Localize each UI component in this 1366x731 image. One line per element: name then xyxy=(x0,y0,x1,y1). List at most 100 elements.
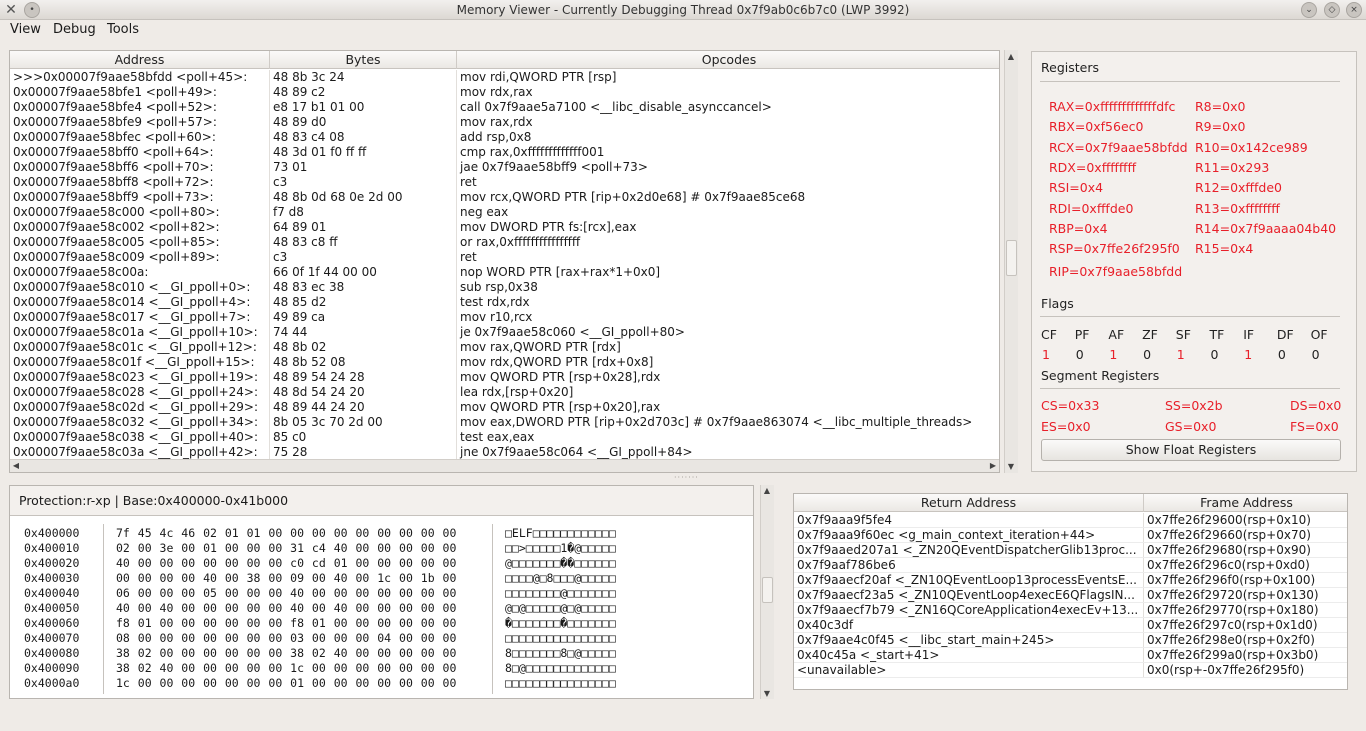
hex-bytes[interactable]: 06 00 00 00 05 00 00 00 40 00 00 00 00 0… xyxy=(116,586,456,601)
hex-row[interactable]: 0x400010 02 00 3e 00 01 00 00 00 31 c4 40… xyxy=(10,541,753,556)
register-value[interactable]: R14=0x7f9aaaa04b40 xyxy=(1195,221,1336,236)
hex-ascii[interactable]: @□□□□□□□��□□□□□□ xyxy=(505,556,616,571)
hex-bytes[interactable]: 40 00 00 00 00 00 00 00 c0 cd 01 00 00 0… xyxy=(116,556,456,571)
table-row[interactable]: 0x00007f9aae58c009 <poll+89>: c3 ret xyxy=(10,250,999,265)
table-row[interactable]: 0x7f9aaa9f60ec <g_main_context_iteration… xyxy=(794,528,1347,543)
table-row[interactable]: 0x7f9aaed207a1 <_ZN20QEventDispatcherGli… xyxy=(794,543,1347,558)
table-row[interactable]: 0x00007f9aae58c005 <poll+85>: 48 83 c8 ff… xyxy=(10,235,999,250)
segment-register-value[interactable]: ES=0x0 xyxy=(1041,419,1091,434)
register-value[interactable]: R11=0x293 xyxy=(1195,160,1269,175)
register-value[interactable]: RCX=0x7f9aae58bfdd xyxy=(1049,140,1188,155)
hex-row[interactable]: 0x400080 38 02 00 00 00 00 00 00 38 02 40… xyxy=(10,646,753,661)
table-row[interactable]: 0x00007f9aae58c000 <poll+80>: f7 d8 neg ea… xyxy=(10,205,999,220)
hex-ascii[interactable]: □□>□□□□□1�@□□□□□ xyxy=(505,541,616,556)
flag-value[interactable]: 1 xyxy=(1042,347,1050,362)
register-value[interactable]: RDI=0xfffde0 xyxy=(1049,201,1133,216)
column-frame-address[interactable]: Frame Address xyxy=(1144,494,1347,512)
flag-value[interactable]: 0 xyxy=(1312,347,1320,362)
table-row[interactable]: 0x7f9aaf786be6 0x7ffe26f296c0(rsp+0xd0) xyxy=(794,558,1347,573)
table-row[interactable]: 0x00007f9aae58c023 <__GI_ppoll+19>: 48 89… xyxy=(10,370,999,385)
table-row[interactable]: 0x00007f9aae58c01c <__GI_ppoll+12>: 48 8b… xyxy=(10,340,999,355)
register-value[interactable]: R13=0xffffffff xyxy=(1195,201,1280,216)
table-row[interactable]: 0x00007f9aae58bfec <poll+60>: 48 83 c4 08… xyxy=(10,130,999,145)
flag-value[interactable]: 0 xyxy=(1076,347,1084,362)
table-row[interactable]: 0x40c45a <_start+41> 0x7ffe26f299a0(rsp+0… xyxy=(794,648,1347,663)
register-value[interactable]: RSI=0x4 xyxy=(1049,180,1103,195)
hex-row[interactable]: 0x400070 08 00 00 00 00 00 00 00 03 00 00… xyxy=(10,631,753,646)
register-value[interactable]: RIP=0x7f9aae58bfdd xyxy=(1049,264,1182,279)
hex-row[interactable]: 0x400020 40 00 00 00 00 00 00 00 c0 cd 01… xyxy=(10,556,753,571)
scroll-left-icon[interactable]: ◀ xyxy=(10,461,22,470)
hex-ascii[interactable]: 8□□□□□□□8□@□□□□□ xyxy=(505,646,616,661)
register-value[interactable]: RBX=0xf56ec0 xyxy=(1049,119,1143,134)
hex-bytes[interactable]: 38 02 40 00 00 00 00 00 1c 00 00 00 00 0… xyxy=(116,661,456,676)
hex-row[interactable]: 0x400030 00 00 00 00 40 00 38 00 09 00 40… xyxy=(10,571,753,586)
table-row[interactable]: 0x7f9aaa9f5fe4 0x7ffe26f29600(rsp+0x10) xyxy=(794,513,1347,528)
table-row[interactable]: 0x00007f9aae58bfe9 <poll+57>: 48 89 d0 mov… xyxy=(10,115,999,130)
scroll-down-icon[interactable]: ▼ xyxy=(1005,462,1017,471)
splitter-handle[interactable]: ······· xyxy=(674,473,699,482)
table-row[interactable]: 0x7f9aae4c0f45 <__libc_start_main+245> 0x… xyxy=(794,633,1347,648)
menu-view[interactable]: View xyxy=(10,22,41,37)
register-value[interactable]: R8=0x0 xyxy=(1195,99,1245,114)
segment-register-value[interactable]: FS=0x0 xyxy=(1290,419,1339,434)
hex-row[interactable]: 0x400090 38 02 40 00 00 00 00 00 1c 00 00… xyxy=(10,661,753,676)
menu-tools[interactable]: Tools xyxy=(107,22,139,37)
table-row[interactable]: 0x00007f9aae58c002 <poll+82>: 64 89 01 mov… xyxy=(10,220,999,235)
table-row[interactable]: 0x00007f9aae58c03a <__GI_ppoll+42>: 75 28… xyxy=(10,445,999,460)
table-row[interactable]: >>>0x00007f9aae58bfdd <poll+45>: 48 8b 3c… xyxy=(10,70,999,85)
table-row[interactable]: <unavailable> 0x0(rsp+-0x7ffe26f295f0) xyxy=(794,663,1347,678)
flag-value[interactable]: 1 xyxy=(1177,347,1185,362)
hex-vscrollbar[interactable]: ▲ ▼ xyxy=(760,485,774,699)
hex-ascii[interactable]: □□□□□□□□□□□□□□□□ xyxy=(505,676,616,691)
disassembly-table[interactable]: Address Bytes Opcodes >>>0x00007f9aae58b… xyxy=(9,50,1000,473)
segment-register-value[interactable]: SS=0x2b xyxy=(1165,398,1223,413)
disassembly-scroll-thumb[interactable] xyxy=(1006,240,1017,276)
column-bytes[interactable]: Bytes xyxy=(270,51,457,69)
show-float-registers-button[interactable]: Show Float Registers xyxy=(1041,439,1341,461)
table-row[interactable]: 0x00007f9aae58c01f <__GI_ppoll+15>: 48 8b… xyxy=(10,355,999,370)
hex-row[interactable]: 0x400060 f8 01 00 00 00 00 00 00 f8 01 00… xyxy=(10,616,753,631)
flag-value[interactable]: 0 xyxy=(1278,347,1286,362)
table-row[interactable]: 0x7f9aaecf23a5 <_ZN10QEventLoop4execE6QF… xyxy=(794,588,1347,603)
table-row[interactable]: 0x00007f9aae58c014 <__GI_ppoll+4>: 48 85 … xyxy=(10,295,999,310)
scroll-right-icon[interactable]: ▶ xyxy=(987,461,999,470)
table-row[interactable]: 0x40c3df 0x7ffe26f297c0(rsp+0x1d0) xyxy=(794,618,1347,633)
hex-bytes[interactable]: f8 01 00 00 00 00 00 00 f8 01 00 00 00 0… xyxy=(116,616,456,631)
table-row[interactable]: 0x00007f9aae58c02d <__GI_ppoll+29>: 48 89… xyxy=(10,400,999,415)
hex-dump-panel[interactable]: Protection:r-xp | Base:0x400000-0x41b000… xyxy=(9,485,754,699)
hex-row[interactable]: 0x400050 40 00 40 00 00 00 00 00 40 00 40… xyxy=(10,601,753,616)
register-value[interactable]: RAX=0xfffffffffffffdfc xyxy=(1049,99,1175,114)
table-row[interactable]: 0x00007f9aae58c028 <__GI_ppoll+24>: 48 8d… xyxy=(10,385,999,400)
register-value[interactable]: R9=0x0 xyxy=(1195,119,1245,134)
table-row[interactable]: 0x00007f9aae58bfe4 <poll+52>: e8 17 b1 01… xyxy=(10,100,999,115)
table-row[interactable]: 0x00007f9aae58bff0 <poll+64>: 48 3d 01 f0… xyxy=(10,145,999,160)
table-row[interactable]: 0x00007f9aae58c017 <__GI_ppoll+7>: 49 89 … xyxy=(10,310,999,325)
scroll-down-icon[interactable]: ▼ xyxy=(761,689,773,698)
minimize-icon[interactable]: ⌄ xyxy=(1301,2,1317,18)
call-stack-table[interactable]: Return Address Frame Address 0x7f9aaa9f5… xyxy=(793,493,1348,690)
register-value[interactable]: RDX=0xffffffff xyxy=(1049,160,1136,175)
register-value[interactable]: R12=0xfffde0 xyxy=(1195,180,1282,195)
segment-register-value[interactable]: CS=0x33 xyxy=(1041,398,1099,413)
segment-register-value[interactable]: GS=0x0 xyxy=(1165,419,1216,434)
hex-row[interactable]: 0x4000a0 1c 00 00 00 00 00 00 00 01 00 00… xyxy=(10,676,753,691)
hex-bytes[interactable]: 08 00 00 00 00 00 00 00 03 00 00 00 04 0… xyxy=(116,631,456,646)
table-row[interactable]: 0x00007f9aae58c032 <__GI_ppoll+34>: 8b 05… xyxy=(10,415,999,430)
table-row[interactable]: 0x00007f9aae58bff8 <poll+72>: c3 ret xyxy=(10,175,999,190)
scroll-up-icon[interactable]: ▲ xyxy=(761,486,773,495)
hex-row[interactable]: 0x400040 06 00 00 00 05 00 00 00 40 00 00… xyxy=(10,586,753,601)
register-value[interactable]: RBP=0x4 xyxy=(1049,221,1108,236)
table-row[interactable]: 0x00007f9aae58c01a <__GI_ppoll+10>: 74 44… xyxy=(10,325,999,340)
flag-value[interactable]: 1 xyxy=(1109,347,1117,362)
hex-row[interactable]: 0x400000 7f 45 4c 46 02 01 01 00 00 00 00… xyxy=(10,526,753,541)
hex-ascii[interactable]: □□□□□□□□□□□□□□□□ xyxy=(505,631,616,646)
scroll-up-icon[interactable]: ▲ xyxy=(1005,52,1017,61)
menu-debug[interactable]: Debug xyxy=(53,22,96,37)
hex-ascii[interactable]: @□@□□□□□@□@□□□□□ xyxy=(505,601,616,616)
table-row[interactable]: 0x7f9aaecf7b79 <_ZN16QCoreApplication4ex… xyxy=(794,603,1347,618)
hex-bytes[interactable]: 02 00 3e 00 01 00 00 00 31 c4 40 00 00 0… xyxy=(116,541,456,556)
disassembly-hscrollbar[interactable]: ◀ ▶ xyxy=(10,459,999,472)
flag-value[interactable]: 0 xyxy=(1143,347,1151,362)
hex-ascii[interactable]: □□□□□□□□@□□□□□□□ xyxy=(505,586,616,601)
